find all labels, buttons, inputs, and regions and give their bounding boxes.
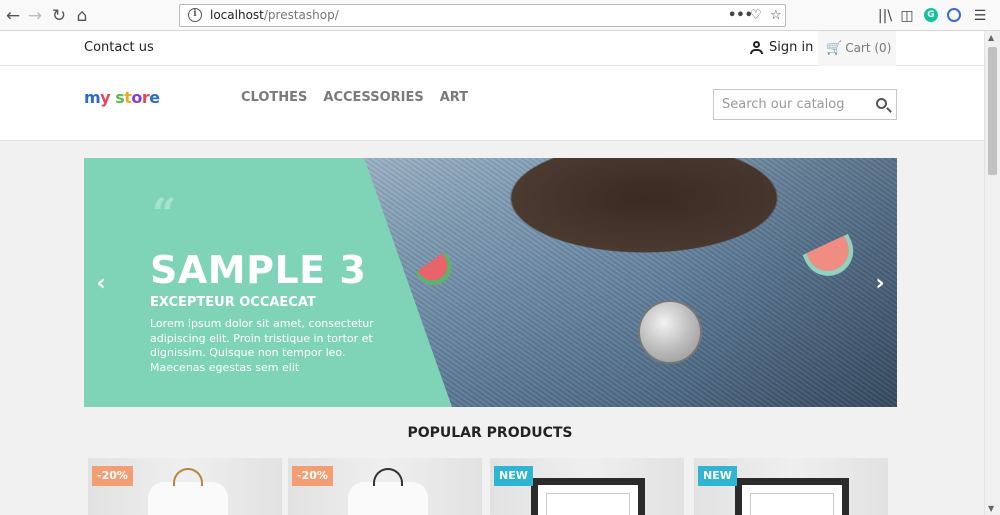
carousel-next-icon[interactable]: › xyxy=(871,273,889,295)
page-content: Contact us Sign in 🛒 Cart (0) my store CL… xyxy=(0,31,984,515)
product-card[interactable]: NEW xyxy=(490,458,684,515)
user-icon xyxy=(750,41,763,54)
cart-button[interactable]: 🛒 Cart (0) xyxy=(818,31,896,66)
back-icon[interactable]: ← xyxy=(2,5,24,27)
product-image[interactable] xyxy=(148,482,228,515)
discount-badge: -20% xyxy=(92,466,133,486)
sidebar-icon[interactable]: ◫ xyxy=(897,6,917,26)
scroll-up-icon[interactable]: ▲ xyxy=(988,33,994,42)
hero-title: SAMPLE 3 xyxy=(150,248,367,292)
scrollbar[interactable]: ▲ ▼ xyxy=(984,31,1000,515)
product-image[interactable] xyxy=(348,482,428,515)
cart-icon: 🛒 xyxy=(826,41,843,56)
hanger-image xyxy=(173,468,203,486)
extension-icon[interactable] xyxy=(947,8,961,22)
grammarly-extension-icon[interactable]: G xyxy=(924,8,938,22)
reload-icon[interactable]: ↻ xyxy=(48,5,70,27)
menu-item-clothes[interactable]: CLOTHES xyxy=(241,90,307,105)
menu-item-art[interactable]: ART xyxy=(440,90,468,105)
hamburger-icon[interactable]: ☰ xyxy=(970,6,990,26)
sign-in-label: Sign in xyxy=(769,40,814,55)
hero-carousel: “ SAMPLE 3 EXCEPTEUR OCCAECAT Lorem ipsu… xyxy=(84,158,897,407)
url-text[interactable]: localhost/prestashop/ xyxy=(210,8,339,22)
scrollbar-thumb[interactable] xyxy=(988,47,997,175)
hero-description: Lorem ipsum dolor sit amet, consectetur … xyxy=(150,317,374,374)
discount-badge: -20% xyxy=(292,466,333,486)
section-title: POPULAR PRODUCTS xyxy=(407,425,573,441)
star-icon[interactable]: ☆ xyxy=(770,7,782,25)
product-card[interactable]: -20% xyxy=(288,458,482,515)
contact-link[interactable]: Contact us xyxy=(84,40,154,55)
hero-subtitle: EXCEPTEUR OCCAECAT xyxy=(150,295,316,310)
quote-icon: “ xyxy=(152,189,177,238)
browser-toolbar: ← → ↻ ⌂ i localhost/prestashop/ ••• ♡ ☆ … xyxy=(0,0,1000,31)
sign-in-link[interactable]: Sign in xyxy=(750,40,813,55)
hanger-image xyxy=(373,468,403,486)
product-card[interactable]: -20% xyxy=(88,458,282,515)
pocket-icon[interactable]: ♡ xyxy=(750,7,762,25)
site-info-icon[interactable]: i xyxy=(188,8,202,22)
carousel-prev-icon[interactable]: ‹ xyxy=(92,273,110,295)
main-menu: CLOTHES ACCESSORIES ART xyxy=(241,90,468,105)
search-box xyxy=(713,89,897,120)
site-header: my store CLOTHES ACCESSORIES ART xyxy=(0,66,984,141)
menu-item-accessories[interactable]: ACCESSORIES xyxy=(323,90,423,105)
product-image[interactable] xyxy=(735,478,849,515)
cart-label: Cart (0) xyxy=(845,41,892,55)
top-nav: Contact us Sign in 🛒 Cart (0) xyxy=(0,31,984,66)
search-input[interactable] xyxy=(714,90,854,119)
address-bar[interactable]: i localhost/prestashop/ ••• ♡ ☆ xyxy=(179,4,786,27)
library-icon[interactable]: ||\ xyxy=(875,6,895,26)
search-icon[interactable] xyxy=(876,98,887,109)
scroll-down-icon[interactable]: ▼ xyxy=(988,504,994,513)
new-badge: NEW xyxy=(698,466,737,486)
home-icon[interactable]: ⌂ xyxy=(71,5,93,27)
product-image[interactable] xyxy=(531,478,645,515)
new-badge: NEW xyxy=(494,466,533,486)
metal-button-image xyxy=(638,300,702,364)
product-card[interactable]: NEW xyxy=(694,458,888,515)
store-logo[interactable]: my store xyxy=(84,88,160,107)
forward-icon[interactable]: → xyxy=(24,5,46,27)
